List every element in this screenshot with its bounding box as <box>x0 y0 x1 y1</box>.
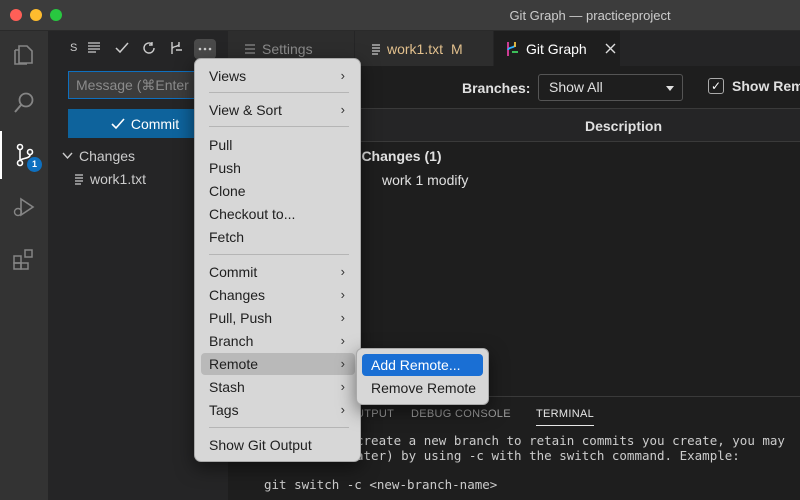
menu-separator <box>209 92 349 93</box>
menu-item-push[interactable]: Push <box>201 157 355 179</box>
menu-item-stash[interactable]: Stash › <box>201 376 355 398</box>
terminal-line: ater) by using -c with the switch comman… <box>356 448 740 463</box>
commit-check-icon <box>111 117 125 129</box>
menu-item-tags[interactable]: Tags › <box>201 399 355 421</box>
menu-item-clone[interactable]: Clone <box>201 180 355 202</box>
changes-label: Changes <box>79 148 136 164</box>
changes-group[interactable]: Changes <box>62 148 135 164</box>
menu-item-label: Pull, Push <box>209 310 273 326</box>
menu-item-add-remote[interactable]: Add Remote... <box>362 354 483 376</box>
chevron-right-icon: › <box>340 310 345 325</box>
branches-label: Branches: <box>462 80 531 96</box>
tab-git-graph[interactable]: Git Graph <box>494 31 620 66</box>
extensions-icon[interactable] <box>0 235 48 283</box>
menu-item-pull-push[interactable]: Pull, Push › <box>201 307 355 329</box>
menu-item-checkout[interactable]: Checkout to... <box>201 203 355 225</box>
checkbox-checked-icon[interactable]: ✓ <box>708 78 724 94</box>
menu-separator <box>209 254 349 255</box>
chevron-right-icon: › <box>340 402 345 417</box>
chevron-right-icon: › <box>340 333 345 348</box>
branches-select-value: Show All <box>549 79 603 95</box>
file-lines-icon <box>75 174 83 185</box>
menu-item-label: View & Sort <box>209 102 282 118</box>
menu-item-label: Pull <box>209 137 233 153</box>
menu-item-views[interactable]: Views › <box>201 65 355 87</box>
activity-bar: 1 <box>0 31 48 500</box>
terminal-line: git switch -c <new-branch-name> <box>264 477 498 492</box>
menu-item-label: Clone <box>209 183 246 199</box>
explorer-icon[interactable] <box>0 31 48 79</box>
remote-submenu: Add Remote... Remove Remote <box>356 348 489 405</box>
search-icon[interactable] <box>0 79 48 127</box>
menu-item-label: Changes <box>209 287 266 303</box>
caret-down-icon <box>666 86 674 91</box>
tab-debug-console[interactable]: DEBUG CONSOLE <box>411 408 511 420</box>
list-view-icon[interactable] <box>85 39 103 57</box>
close-tab-icon[interactable] <box>605 43 616 54</box>
menu-separator <box>209 126 349 127</box>
terminal-line: create a new branch to retain commits yo… <box>356 433 785 448</box>
git-graph-icon <box>507 41 518 56</box>
menu-item-label: Remote <box>209 356 259 372</box>
window-title: Git Graph — practiceproject <box>509 8 671 23</box>
tab-label: work1.txt <box>387 40 444 57</box>
menu-item-label: Views <box>209 68 247 84</box>
commit-message[interactable]: work 1 modify <box>382 172 468 188</box>
menu-item-label: Checkout to... <box>209 206 296 222</box>
menu-item-label: Commit <box>209 264 258 280</box>
git-graph-icon[interactable] <box>167 39 185 57</box>
changed-file-item[interactable]: work1.txt <box>74 171 146 187</box>
source-control-icon[interactable]: 1 <box>0 131 48 179</box>
run-debug-icon[interactable] <box>0 183 48 231</box>
title-bar: Git Graph — practiceproject <box>0 0 800 31</box>
menu-item-commit[interactable]: Commit › <box>201 261 355 283</box>
menu-item-label: Branch <box>209 333 254 349</box>
menu-item-label: Tags <box>209 402 239 418</box>
chevron-right-icon: › <box>340 264 345 279</box>
chevron-right-icon: › <box>340 102 345 117</box>
settings-lines-icon <box>245 43 255 54</box>
tab-output[interactable]: UTPUT <box>356 408 394 420</box>
menu-item-remove-remote[interactable]: Remove Remote <box>362 377 483 399</box>
description-column-header: Description <box>585 118 663 134</box>
more-actions-icon[interactable] <box>194 39 216 59</box>
chevron-down-icon <box>62 152 73 160</box>
scm-badge: 1 <box>27 157 42 172</box>
menu-item-label: Push <box>209 160 241 176</box>
more-actions-menu: Views › View & Sort › Pull Push Clone Chec… <box>194 58 361 462</box>
chevron-right-icon: › <box>340 356 345 371</box>
menu-item-remote[interactable]: Remote › <box>201 353 355 375</box>
tab-label: Git Graph <box>526 40 587 57</box>
menu-item-pull[interactable]: Pull <box>201 134 355 156</box>
chevron-right-icon: › <box>340 68 345 83</box>
scm-title: S <box>70 42 78 54</box>
menu-item-show-git-output[interactable]: Show Git Output <box>201 434 355 456</box>
menu-item-changes[interactable]: Changes › <box>201 284 355 306</box>
branches-select[interactable]: Show All <box>538 74 683 101</box>
chevron-right-icon: › <box>340 287 345 302</box>
show-remote-toggle[interactable]: ✓ Show Rem <box>708 78 800 94</box>
modified-badge: M <box>451 40 463 57</box>
tab-terminal[interactable]: TERMINAL <box>536 408 595 426</box>
changed-file-name: work1.txt <box>90 171 147 187</box>
chevron-right-icon: › <box>340 379 345 394</box>
menu-item-label: Fetch <box>209 229 245 245</box>
show-remote-label: Show Rem <box>732 78 800 94</box>
commit-button-label: Commit <box>130 115 180 132</box>
menu-item-label: Show Git Output <box>209 437 312 453</box>
menu-item-view-sort[interactable]: View & Sort › <box>201 99 355 121</box>
commit-check-icon[interactable] <box>113 39 131 57</box>
file-lines-icon <box>372 43 380 55</box>
menu-item-branch[interactable]: Branch › <box>201 330 355 352</box>
menu-item-fetch[interactable]: Fetch <box>201 226 355 248</box>
tab-work1[interactable]: work1.txt M <box>355 31 493 66</box>
menu-item-label: Stash <box>209 379 245 395</box>
menu-separator <box>209 427 349 428</box>
tab-label: Settings <box>262 40 313 57</box>
refresh-icon[interactable] <box>140 39 158 57</box>
